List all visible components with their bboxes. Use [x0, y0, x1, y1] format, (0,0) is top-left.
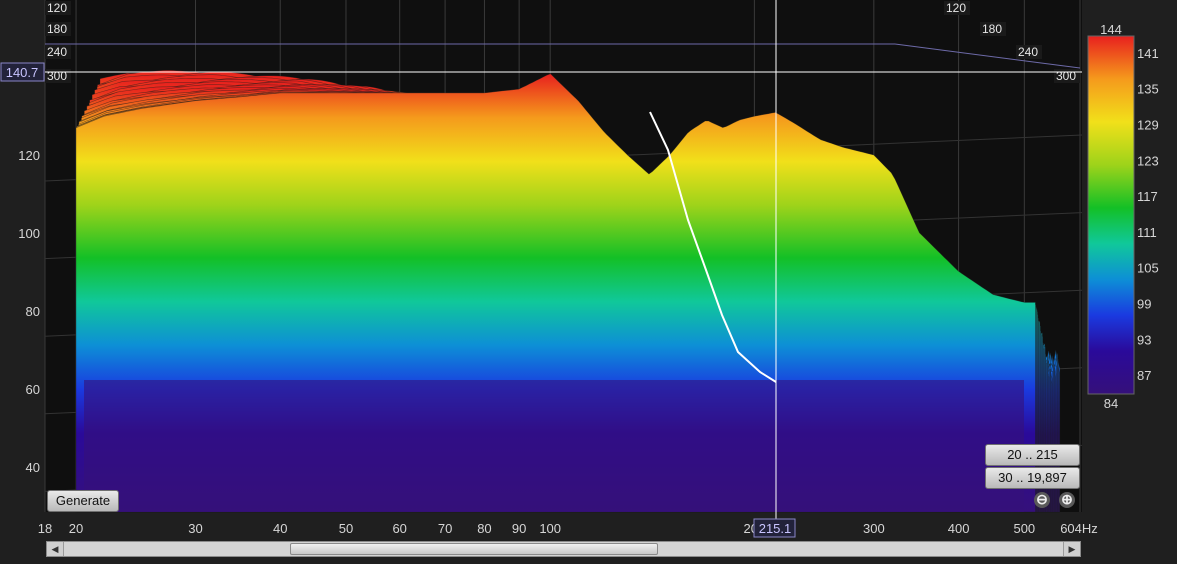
z-tick-label-left: 240: [47, 45, 67, 59]
cursor-y-readout: 140.7: [6, 65, 39, 80]
x-tick-label: 300: [863, 521, 885, 536]
x-tick-label: 80: [477, 521, 491, 536]
z-tick-label-left: 120: [47, 1, 67, 15]
x-tick-label: 30: [188, 521, 202, 536]
z-tick-label-right: 120: [946, 1, 966, 15]
x-tick-label: 18: [38, 521, 52, 536]
colorbar-label: 87: [1137, 368, 1151, 383]
colorbar-label: 129: [1137, 118, 1159, 133]
colorbar-label: 99: [1137, 297, 1151, 312]
x-tick-label: 500: [1013, 521, 1035, 536]
scroll-right-icon[interactable]: ▶: [1063, 542, 1080, 556]
scroll-thumb[interactable]: [290, 543, 658, 555]
colorbar-label: 93: [1137, 332, 1151, 347]
z-tick-label-left: 300: [47, 69, 67, 83]
scroll-left-icon[interactable]: ◀: [47, 542, 64, 556]
floor-fill: [84, 380, 1024, 512]
z-tick-label-left: 180: [47, 22, 67, 36]
x-tick-label: 50: [339, 521, 353, 536]
x-tick-label: 100: [539, 521, 561, 536]
colorbar: [1087, 35, 1135, 395]
z-tick-label-right: 300: [1056, 69, 1076, 83]
generate-button[interactable]: Generate: [47, 490, 119, 512]
x-tick-label: 60: [392, 521, 406, 536]
cursor-x-readout: 215.1: [759, 521, 792, 536]
y-tick-label: 60: [26, 382, 40, 397]
y-tick-label: 40: [26, 460, 40, 475]
z-tick-label-right: 180: [982, 22, 1002, 36]
colorbar-label: 141: [1137, 46, 1159, 61]
y-tick-label: 80: [26, 304, 40, 319]
x-tick-label: 70: [438, 521, 452, 536]
y-tick-label: 100: [18, 226, 40, 241]
range-button-1[interactable]: 20 .. 215: [985, 444, 1080, 466]
colorbar-label: 111: [1137, 225, 1157, 240]
x-tick-label: 604Hz: [1060, 521, 1098, 536]
range-button-2[interactable]: 30 .. 19,897: [985, 467, 1080, 489]
x-tick-label: 40: [273, 521, 287, 536]
y-tick-label: 120: [18, 148, 40, 163]
colorbar-label: 105: [1137, 261, 1159, 276]
colorbar-label: 123: [1137, 153, 1159, 168]
x-tick-label: 90: [512, 521, 526, 536]
zoom-out-icon[interactable]: ⊖: [1034, 492, 1050, 508]
x-tick-label: 20: [69, 521, 83, 536]
z-tick-label-right: 240: [1018, 45, 1038, 59]
colorbar-label: 84: [1104, 396, 1118, 411]
colorbar-label: 144: [1100, 22, 1122, 37]
zoom-in-icon[interactable]: ⊕: [1059, 492, 1075, 508]
colorbar-label: 117: [1137, 189, 1158, 204]
horizontal-scrollbar[interactable]: ◀ ▶: [46, 541, 1081, 557]
x-tick-label: 400: [948, 521, 970, 536]
colorbar-label: 135: [1137, 82, 1159, 97]
